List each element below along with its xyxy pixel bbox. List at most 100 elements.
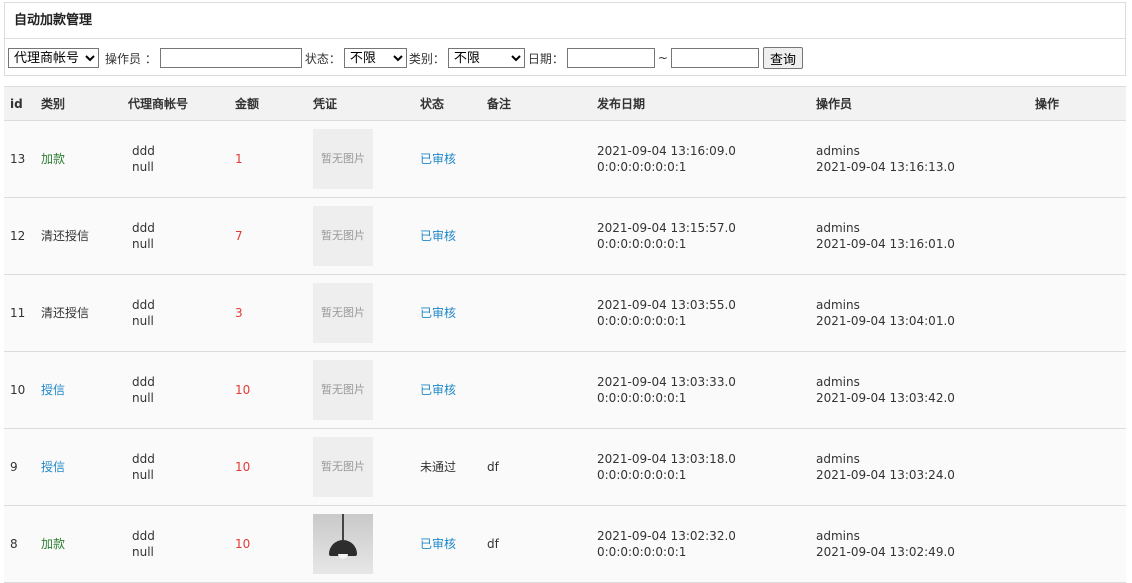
agent-account-select[interactable]: 代理商帐号 [8,48,99,68]
operator-input[interactable] [159,48,302,68]
cell-amount: 10 [229,428,307,506]
cell-voucher: 暂无图片 [307,120,414,198]
table-row: 9 授信 ddd null 10 暂无图片 未通过 df 2021-09-04 13:03:18… [4,428,1126,506]
cell-id: 13 [4,120,35,198]
cell-status: 已审核 [414,274,481,352]
cell-publish-date: 2021-09-04 13:02:32.0 0:0:0:0:0:0:0:1 [591,505,810,583]
operator-name: admins [816,375,860,389]
cell-operator: admins 2021-09-04 13:16:13.0 [810,120,1029,198]
cell-category: 授信 [35,351,122,429]
cell-remark: df [481,505,591,583]
cell-voucher: 暂无图片 [307,351,414,429]
account-name: ddd [132,529,155,543]
publish-ip: 0:0:0:0:0:0:0:1 [597,160,687,174]
account-name: ddd [132,452,155,466]
cell-actions [1029,428,1126,506]
publish-date: 2021-09-04 13:03:33.0 [597,375,736,389]
no-image-placeholder: 暂无图片 [313,437,373,497]
operator-date: 2021-09-04 13:04:01.0 [816,314,955,328]
cell-id: 11 [4,274,35,352]
cell-account: ddd null [122,274,229,352]
cell-account: ddd null [122,197,229,275]
publish-date: 2021-09-04 13:03:55.0 [597,298,736,312]
voucher-image[interactable] [313,514,373,574]
col-category: 类别 [35,86,122,121]
col-actions: 操作 [1029,86,1126,121]
cell-status: 已审核 [414,120,481,198]
date-end-input[interactable] [670,48,759,68]
account-name: ddd [132,298,155,312]
cell-operator: admins 2021-09-04 13:02:49.0 [810,505,1029,583]
account-sub: null [132,314,154,328]
filter-bar: 代理商帐号 操作员 ： 状态： 不限 类别： 不限 日期： ~ 查询 [5,39,1125,77]
cell-id: 9 [4,428,35,506]
operator-date: 2021-09-04 13:02:49.0 [816,545,955,559]
operator-name: admins [816,144,860,158]
cell-publish-date: 2021-09-04 13:03:55.0 0:0:0:0:0:0:0:1 [591,274,810,352]
operator-name: admins [816,221,860,235]
cell-account: ddd null [122,505,229,583]
cell-operator: admins 2021-09-04 13:03:24.0 [810,428,1029,506]
cell-operator: admins 2021-09-04 13:16:01.0 [810,197,1029,275]
publish-ip: 0:0:0:0:0:0:0:1 [597,468,687,482]
operator-date: 2021-09-04 13:03:24.0 [816,468,955,482]
operator-name: admins [816,298,860,312]
cell-amount: 1 [229,120,307,198]
category-select[interactable]: 不限 [447,48,525,68]
query-button[interactable]: 查询 [762,47,803,69]
account-sub: null [132,391,154,405]
operator-name: admins [816,452,860,466]
publish-date: 2021-09-04 13:02:32.0 [597,529,736,543]
table-row: 10 授信 ddd null 10 暂无图片 已审核 2021-09-04 13:03:33.… [4,351,1126,429]
cell-category: 清还授信 [35,197,122,275]
cell-operator: admins 2021-09-04 13:04:01.0 [810,274,1029,352]
cell-id: 10 [4,351,35,429]
table-row: 8 加款 ddd null 10 已审核 df 2021-09-04 13:02:32.0 0:… [4,505,1126,583]
account-name: ddd [132,144,155,158]
cell-publish-date: 2021-09-04 13:15:57.0 0:0:0:0:0:0:0:1 [591,197,810,275]
cell-actions [1029,351,1126,429]
cell-amount: 3 [229,274,307,352]
table-row: 13 加款 ddd null 1 暂无图片 已审核 2021-09-04 13:16:09.0… [4,120,1126,198]
cell-category: 加款 [35,505,122,583]
page-title: 自动加款管理 [5,3,1125,39]
cell-remark: df [481,428,591,506]
publish-ip: 0:0:0:0:0:0:0:1 [597,237,687,251]
cell-account: ddd null [122,120,229,198]
operator-date: 2021-09-04 13:16:01.0 [816,237,955,251]
col-id: id [4,86,35,121]
cell-status: 未通过 [414,428,481,506]
account-name: ddd [132,375,155,389]
table-header-row: id 类别 代理商帐号 金额 凭证 状态 备注 发布日期 操作员 操作 [4,86,1126,121]
no-image-placeholder: 暂无图片 [313,360,373,420]
status-select[interactable]: 不限 [343,48,407,68]
publish-ip: 0:0:0:0:0:0:0:1 [597,314,687,328]
cell-amount: 10 [229,351,307,429]
cell-voucher [307,505,414,583]
date-start-input[interactable] [566,48,655,68]
cell-category: 加款 [35,120,122,198]
cell-remark [481,197,591,275]
account-sub: null [132,237,154,251]
cell-publish-date: 2021-09-04 13:03:33.0 0:0:0:0:0:0:0:1 [591,351,810,429]
cell-voucher: 暂无图片 [307,197,414,275]
publish-date: 2021-09-04 13:15:57.0 [597,221,736,235]
cell-actions [1029,120,1126,198]
cell-id: 8 [4,505,35,583]
cell-status: 已审核 [414,197,481,275]
cell-amount: 10 [229,505,307,583]
col-amount: 金额 [229,86,307,121]
cell-voucher: 暂无图片 [307,428,414,506]
cell-actions [1029,505,1126,583]
status-label: 状态： [304,51,341,66]
table-row: 12 清还授信 ddd null 7 暂无图片 已审核 2021-09-04 13:15:57… [4,197,1126,275]
cell-id: 12 [4,197,35,275]
no-image-placeholder: 暂无图片 [313,129,373,189]
col-status: 状态 [414,86,481,121]
cell-status: 已审核 [414,505,481,583]
cell-voucher: 暂无图片 [307,274,414,352]
filter-panel: 自动加款管理 代理商帐号 操作员 ： 状态： 不限 类别： 不限 日期： ~ 查… [4,2,1126,76]
date-label: 日期： [527,51,564,66]
cell-status: 已审核 [414,351,481,429]
publish-ip: 0:0:0:0:0:0:0:1 [597,391,687,405]
